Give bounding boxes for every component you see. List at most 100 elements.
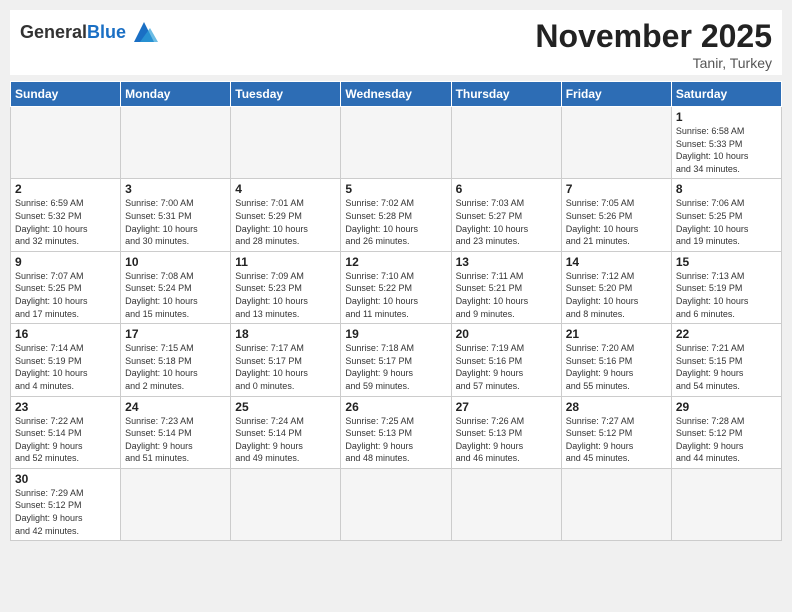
calendar-cell: [341, 468, 451, 540]
day-number: 19: [345, 327, 446, 341]
day-number: 25: [235, 400, 336, 414]
calendar-cell: 15Sunrise: 7:13 AM Sunset: 5:19 PM Dayli…: [671, 251, 781, 323]
calendar-cell: [121, 468, 231, 540]
calendar-cell: 1Sunrise: 6:58 AM Sunset: 5:33 PM Daylig…: [671, 107, 781, 179]
day-number: 30: [15, 472, 116, 486]
calendar-cell: 21Sunrise: 7:20 AM Sunset: 5:16 PM Dayli…: [561, 324, 671, 396]
day-number: 20: [456, 327, 557, 341]
day-number: 14: [566, 255, 667, 269]
weekday-header-row: Sunday Monday Tuesday Wednesday Thursday…: [11, 82, 782, 107]
day-info: Sunrise: 7:11 AM Sunset: 5:21 PM Dayligh…: [456, 270, 557, 320]
day-info: Sunrise: 7:05 AM Sunset: 5:26 PM Dayligh…: [566, 197, 667, 247]
day-info: Sunrise: 6:59 AM Sunset: 5:32 PM Dayligh…: [15, 197, 116, 247]
calendar-cell: 28Sunrise: 7:27 AM Sunset: 5:12 PM Dayli…: [561, 396, 671, 468]
header-thursday: Thursday: [451, 82, 561, 107]
calendar-cell: 25Sunrise: 7:24 AM Sunset: 5:14 PM Dayli…: [231, 396, 341, 468]
calendar-cell: 7Sunrise: 7:05 AM Sunset: 5:26 PM Daylig…: [561, 179, 671, 251]
calendar-cell: [11, 107, 121, 179]
day-info: Sunrise: 7:10 AM Sunset: 5:22 PM Dayligh…: [345, 270, 446, 320]
day-number: 5: [345, 182, 446, 196]
day-info: Sunrise: 7:22 AM Sunset: 5:14 PM Dayligh…: [15, 415, 116, 465]
calendar-cell: 3Sunrise: 7:00 AM Sunset: 5:31 PM Daylig…: [121, 179, 231, 251]
header: GeneralBlue November 2025 Tanir, Turkey: [10, 10, 782, 75]
day-info: Sunrise: 7:27 AM Sunset: 5:12 PM Dayligh…: [566, 415, 667, 465]
day-number: 10: [125, 255, 226, 269]
calendar-cell: 2Sunrise: 6:59 AM Sunset: 5:32 PM Daylig…: [11, 179, 121, 251]
calendar-cell: 4Sunrise: 7:01 AM Sunset: 5:29 PM Daylig…: [231, 179, 341, 251]
day-number: 13: [456, 255, 557, 269]
calendar-cell: 23Sunrise: 7:22 AM Sunset: 5:14 PM Dayli…: [11, 396, 121, 468]
day-number: 8: [676, 182, 777, 196]
calendar-cell: 9Sunrise: 7:07 AM Sunset: 5:25 PM Daylig…: [11, 251, 121, 323]
calendar-cell: 13Sunrise: 7:11 AM Sunset: 5:21 PM Dayli…: [451, 251, 561, 323]
day-number: 9: [15, 255, 116, 269]
day-info: Sunrise: 7:23 AM Sunset: 5:14 PM Dayligh…: [125, 415, 226, 465]
calendar-cell: [231, 468, 341, 540]
logo-general: General: [20, 22, 87, 42]
calendar-cell: [341, 107, 451, 179]
calendar-cell: 14Sunrise: 7:12 AM Sunset: 5:20 PM Dayli…: [561, 251, 671, 323]
calendar-cell: [451, 468, 561, 540]
header-tuesday: Tuesday: [231, 82, 341, 107]
day-number: 27: [456, 400, 557, 414]
day-info: Sunrise: 7:00 AM Sunset: 5:31 PM Dayligh…: [125, 197, 226, 247]
day-number: 3: [125, 182, 226, 196]
day-info: Sunrise: 7:03 AM Sunset: 5:27 PM Dayligh…: [456, 197, 557, 247]
location: Tanir, Turkey: [535, 55, 772, 71]
day-info: Sunrise: 7:14 AM Sunset: 5:19 PM Dayligh…: [15, 342, 116, 392]
day-info: Sunrise: 7:08 AM Sunset: 5:24 PM Dayligh…: [125, 270, 226, 320]
calendar-cell: 10Sunrise: 7:08 AM Sunset: 5:24 PM Dayli…: [121, 251, 231, 323]
day-info: Sunrise: 7:29 AM Sunset: 5:12 PM Dayligh…: [15, 487, 116, 537]
day-number: 1: [676, 110, 777, 124]
day-info: Sunrise: 7:20 AM Sunset: 5:16 PM Dayligh…: [566, 342, 667, 392]
day-number: 6: [456, 182, 557, 196]
logo-icon: [130, 18, 158, 46]
calendar-cell: [561, 107, 671, 179]
day-info: Sunrise: 7:28 AM Sunset: 5:12 PM Dayligh…: [676, 415, 777, 465]
day-info: Sunrise: 7:06 AM Sunset: 5:25 PM Dayligh…: [676, 197, 777, 247]
day-info: Sunrise: 7:12 AM Sunset: 5:20 PM Dayligh…: [566, 270, 667, 320]
day-info: Sunrise: 7:17 AM Sunset: 5:17 PM Dayligh…: [235, 342, 336, 392]
calendar-cell: 29Sunrise: 7:28 AM Sunset: 5:12 PM Dayli…: [671, 396, 781, 468]
day-number: 11: [235, 255, 336, 269]
calendar-cell: 26Sunrise: 7:25 AM Sunset: 5:13 PM Dayli…: [341, 396, 451, 468]
calendar-cell: 16Sunrise: 7:14 AM Sunset: 5:19 PM Dayli…: [11, 324, 121, 396]
day-number: 26: [345, 400, 446, 414]
calendar-cell: [671, 468, 781, 540]
logo: GeneralBlue: [20, 18, 158, 46]
day-number: 12: [345, 255, 446, 269]
day-number: 7: [566, 182, 667, 196]
day-info: Sunrise: 7:09 AM Sunset: 5:23 PM Dayligh…: [235, 270, 336, 320]
calendar: Sunday Monday Tuesday Wednesday Thursday…: [10, 81, 782, 541]
day-number: 4: [235, 182, 336, 196]
day-number: 16: [15, 327, 116, 341]
calendar-cell: 18Sunrise: 7:17 AM Sunset: 5:17 PM Dayli…: [231, 324, 341, 396]
header-wednesday: Wednesday: [341, 82, 451, 107]
day-number: 18: [235, 327, 336, 341]
header-saturday: Saturday: [671, 82, 781, 107]
day-info: Sunrise: 7:24 AM Sunset: 5:14 PM Dayligh…: [235, 415, 336, 465]
day-info: Sunrise: 7:25 AM Sunset: 5:13 PM Dayligh…: [345, 415, 446, 465]
logo-text: GeneralBlue: [20, 22, 126, 43]
header-friday: Friday: [561, 82, 671, 107]
day-number: 29: [676, 400, 777, 414]
day-info: Sunrise: 6:58 AM Sunset: 5:33 PM Dayligh…: [676, 125, 777, 175]
day-info: Sunrise: 7:19 AM Sunset: 5:16 PM Dayligh…: [456, 342, 557, 392]
calendar-cell: [231, 107, 341, 179]
header-sunday: Sunday: [11, 82, 121, 107]
day-info: Sunrise: 7:21 AM Sunset: 5:15 PM Dayligh…: [676, 342, 777, 392]
calendar-cell: [121, 107, 231, 179]
calendar-cell: [451, 107, 561, 179]
day-info: Sunrise: 7:18 AM Sunset: 5:17 PM Dayligh…: [345, 342, 446, 392]
day-info: Sunrise: 7:13 AM Sunset: 5:19 PM Dayligh…: [676, 270, 777, 320]
calendar-cell: 22Sunrise: 7:21 AM Sunset: 5:15 PM Dayli…: [671, 324, 781, 396]
calendar-cell: 19Sunrise: 7:18 AM Sunset: 5:17 PM Dayli…: [341, 324, 451, 396]
calendar-cell: 30Sunrise: 7:29 AM Sunset: 5:12 PM Dayli…: [11, 468, 121, 540]
calendar-cell: 20Sunrise: 7:19 AM Sunset: 5:16 PM Dayli…: [451, 324, 561, 396]
calendar-cell: 6Sunrise: 7:03 AM Sunset: 5:27 PM Daylig…: [451, 179, 561, 251]
day-number: 23: [15, 400, 116, 414]
calendar-cell: [561, 468, 671, 540]
day-info: Sunrise: 7:15 AM Sunset: 5:18 PM Dayligh…: [125, 342, 226, 392]
calendar-cell: 5Sunrise: 7:02 AM Sunset: 5:28 PM Daylig…: [341, 179, 451, 251]
day-number: 17: [125, 327, 226, 341]
